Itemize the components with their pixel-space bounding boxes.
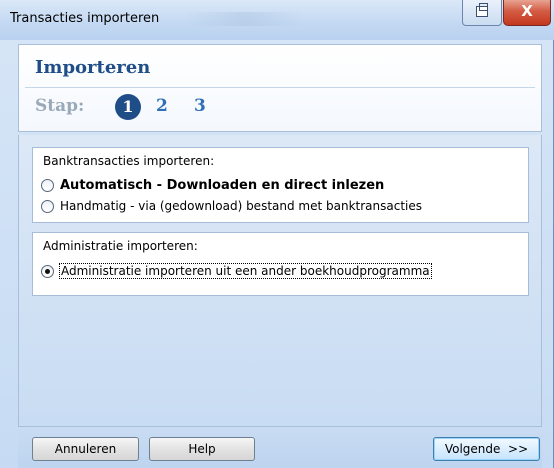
wizard-header: Importeren Stap: 1 2 3: [18, 44, 542, 132]
admin-group-heading: Administratie importeren:: [43, 239, 198, 253]
window-title: Transacties importeren: [10, 11, 160, 26]
next-button[interactable]: Volgende >>: [433, 437, 540, 461]
step-label: Stap:: [35, 96, 85, 116]
page-title: Importeren: [35, 57, 151, 78]
radio-option-automatic[interactable]: Automatisch - Downloaden en direct inlez…: [41, 176, 384, 194]
radio-option-manual[interactable]: Handmatig - via (gedownload) bestand met…: [41, 197, 422, 215]
radio-button-administration[interactable]: [41, 264, 54, 278]
cancel-button[interactable]: Annuleren: [32, 437, 139, 461]
help-button[interactable]: Help: [149, 437, 255, 461]
bank-group-heading: Banktransacties importeren:: [43, 154, 215, 168]
close-icon: X: [521, 2, 533, 20]
step-indicator-1-active: 1: [115, 94, 141, 120]
radio-label-manual[interactable]: Handmatig - via (gedownload) bestand met…: [60, 199, 422, 213]
bank-transactions-group: Banktransacties importeren: Automatisch …: [32, 147, 529, 223]
step-indicator-2: 2: [156, 96, 168, 116]
restore-icon: [476, 3, 488, 17]
radio-label-automatic[interactable]: Automatisch - Downloaden en direct inlez…: [60, 178, 384, 193]
step-indicator-3: 3: [194, 96, 206, 116]
close-button[interactable]: X: [503, 0, 551, 26]
radio-button-automatic[interactable]: [41, 178, 54, 192]
title-bar[interactable]: Transacties importeren X: [0, 0, 554, 40]
administration-import-group: Administratie importeren: Administratie …: [32, 232, 529, 296]
button-bar: Annuleren Help Volgende >>: [18, 427, 542, 468]
radio-option-administration[interactable]: Administratie importeren uit een ander b…: [41, 262, 432, 280]
restore-button[interactable]: [462, 0, 502, 26]
import-dialog: Transacties importeren X Importeren Stap…: [0, 0, 554, 468]
header-divider: [25, 87, 535, 88]
wizard-content: Banktransacties importeren: Automatisch …: [18, 135, 542, 427]
radio-label-administration[interactable]: Administratie importeren uit een ander b…: [59, 263, 432, 279]
title-bar-glow: [185, 12, 305, 26]
radio-button-manual[interactable]: [41, 199, 54, 213]
